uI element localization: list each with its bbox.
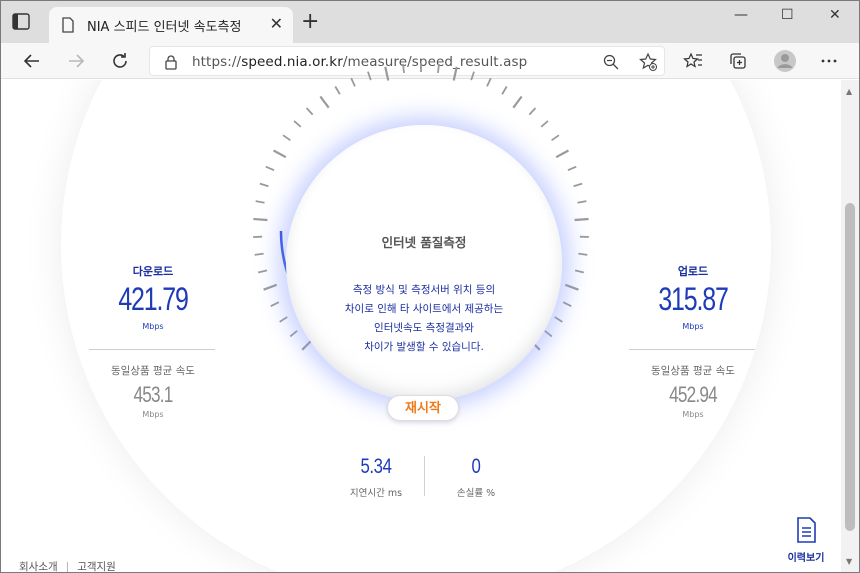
minimize-button[interactable]: — xyxy=(734,7,748,23)
gauge-tick xyxy=(574,217,589,222)
gauge-tick xyxy=(282,134,291,142)
gauge-tick xyxy=(263,283,278,291)
profile-icon[interactable] xyxy=(773,49,797,73)
scroll-down-arrow-icon[interactable]: ▼ xyxy=(846,557,852,566)
gauge-tick xyxy=(437,63,440,74)
gauge-tick xyxy=(270,301,280,308)
measurement-title: 인터넷 품질측정 xyxy=(381,235,467,250)
upload-avg-label: 동일상품 평균 속도 xyxy=(651,365,735,377)
more-icon[interactable] xyxy=(819,51,839,71)
active-tab[interactable]: NIA 스피드 인터넷 속도측정 ✕ xyxy=(49,7,293,43)
tab-strip: NIA 스피드 인터넷 속도측정 ✕ + — ☐ ✕ xyxy=(1,1,859,43)
tab-title: NIA 스피드 인터넷 속도측정 xyxy=(87,20,242,35)
collections-icon[interactable] xyxy=(728,51,748,71)
gauge-tick xyxy=(573,182,583,188)
gauge-tick xyxy=(305,107,314,116)
gauge-tick xyxy=(528,107,537,116)
gauge-tick xyxy=(501,86,508,95)
download-avg-value: 453.1 xyxy=(133,382,173,407)
gauge-tick xyxy=(470,71,475,81)
tab-close-button[interactable]: ✕ xyxy=(270,16,283,32)
lock-icon[interactable] xyxy=(164,54,178,70)
history-button[interactable]: 이력보기 xyxy=(781,517,831,564)
gauge-tick xyxy=(540,120,549,128)
footer-links: 회사소개 | 고객지원 xyxy=(19,559,116,573)
download-value: 421.79 xyxy=(118,281,188,317)
gauge-tick xyxy=(578,252,588,256)
download-avg-unit: Mbps xyxy=(142,410,164,419)
upload-unit: Mbps xyxy=(682,322,704,331)
gauge-tick xyxy=(512,95,523,109)
gauge-tick xyxy=(254,252,264,256)
page-icon xyxy=(62,17,74,33)
footer-separator: | xyxy=(65,561,70,573)
add-favorite-icon[interactable] xyxy=(638,52,658,72)
gauge-tick xyxy=(402,63,405,74)
gauge-tick xyxy=(289,330,298,338)
footer-link-support[interactable]: 고객지원 xyxy=(77,561,116,572)
gauge-tick xyxy=(554,316,563,323)
refresh-icon[interactable] xyxy=(109,50,131,72)
gauge-tick xyxy=(567,165,577,171)
gauge-tick xyxy=(253,217,268,222)
maximize-button[interactable]: ☐ xyxy=(781,7,794,23)
loss-value: 0 xyxy=(471,455,481,478)
gauge-tick xyxy=(255,200,265,204)
download-avg-label: 동일상품 평균 속도 xyxy=(111,365,195,377)
divider xyxy=(89,349,215,350)
measurement-dial: 인터넷 품질측정 측정 방식 및 측정서버 위치 등의 차이로 인해 타 사이트… xyxy=(286,125,562,421)
gauge-tick xyxy=(574,269,585,274)
gauge-tick xyxy=(486,77,492,87)
gauge-tick xyxy=(544,330,553,338)
gauge-tick xyxy=(577,200,587,204)
gauge-tick xyxy=(334,86,341,95)
description-line: 측정 방식 및 측정서버 위치 등의 xyxy=(352,284,496,296)
scroll-up-arrow-icon[interactable]: ▲ xyxy=(846,87,852,96)
footer-link-about[interactable]: 회사소개 xyxy=(19,561,58,572)
description-line: 인터넷속도 측정결과와 xyxy=(374,322,474,334)
upload-label: 업로드 xyxy=(677,265,709,278)
gauge-tick xyxy=(452,66,458,81)
favorites-icon[interactable] xyxy=(683,51,703,71)
restart-button[interactable]: 재시작 xyxy=(387,395,459,421)
gauge-tick xyxy=(562,301,572,308)
gauge-tick xyxy=(293,120,302,128)
forward-arrow-icon[interactable] xyxy=(65,50,87,72)
loss-label: 손실률 % xyxy=(456,488,496,499)
gauge-tick xyxy=(564,283,579,291)
history-label: 이력보기 xyxy=(787,553,825,564)
download-unit: Mbps xyxy=(142,322,164,331)
description-line: 차이가 발생할 수 있습니다. xyxy=(364,341,484,353)
latency-value: 5.34 xyxy=(360,455,392,478)
latency-label: 지연시간 ms xyxy=(349,488,403,499)
gauge-tick xyxy=(551,134,560,142)
upload-value: 315.87 xyxy=(658,281,728,317)
gauge-tick xyxy=(319,95,330,109)
gauge-tick xyxy=(279,316,288,323)
gauge-tick xyxy=(384,66,390,81)
gauge-tick xyxy=(259,182,269,188)
gauge-tick xyxy=(273,149,287,159)
gauge-tick xyxy=(350,77,356,87)
gauge-tick xyxy=(257,269,268,274)
gauge-tick xyxy=(555,149,569,159)
upload-avg-value: 452.94 xyxy=(669,382,718,407)
close-window-button[interactable]: ✕ xyxy=(829,7,841,23)
divider xyxy=(629,349,755,350)
gauge-tick xyxy=(265,165,275,171)
back-arrow-icon[interactable] xyxy=(21,50,43,72)
measurement-description: 측정 방식 및 측정서버 위치 등의 차이로 인해 타 사이트에서 제공하는 인… xyxy=(316,281,532,357)
scrollbar-thumb[interactable] xyxy=(845,203,855,531)
download-label: 다운로드 xyxy=(132,265,174,278)
divider xyxy=(424,456,425,496)
tab-actions-icon[interactable] xyxy=(11,12,33,32)
browser-window: NIA 스피드 인터넷 속도측정 ✕ + — ☐ ✕ https://speed… xyxy=(0,0,860,573)
document-icon xyxy=(797,517,816,543)
gauge-tick xyxy=(367,71,372,81)
new-tab-button[interactable]: + xyxy=(301,11,319,33)
description-line: 차이로 인해 타 사이트에서 제공하는 xyxy=(344,303,504,315)
upload-avg-unit: Mbps xyxy=(682,410,704,419)
